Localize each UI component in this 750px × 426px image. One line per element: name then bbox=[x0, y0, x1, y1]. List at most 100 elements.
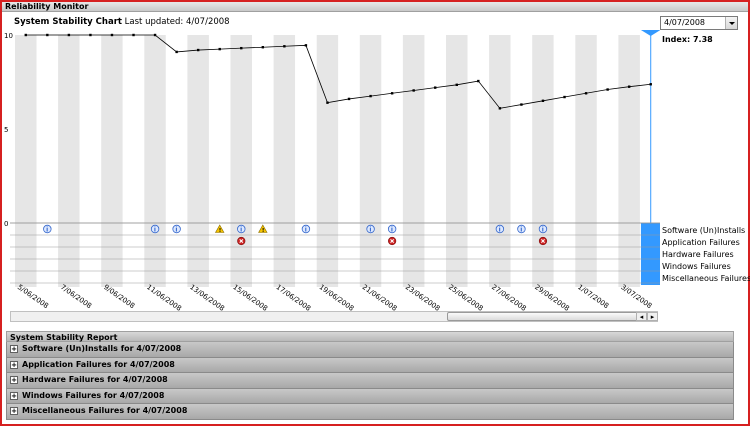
expand-icon[interactable]: + bbox=[10, 376, 18, 385]
day-column bbox=[187, 35, 209, 287]
expand-icon[interactable]: + bbox=[10, 407, 18, 416]
chart-header: System Stability Chart Last updated: 4/0… bbox=[14, 17, 230, 27]
day-column bbox=[467, 35, 490, 287]
info-icon-glyph: i bbox=[520, 227, 522, 234]
warning-icon-glyph: ! bbox=[262, 228, 265, 234]
day-column bbox=[122, 35, 145, 287]
info-icon-glyph: i bbox=[542, 227, 544, 234]
x-tick-label: 3/07/2008 bbox=[619, 283, 653, 310]
day-column bbox=[402, 35, 425, 287]
day-column bbox=[15, 35, 37, 287]
report-row-label: Hardware Failures for 4/07/2008 bbox=[22, 375, 168, 385]
data-point bbox=[326, 101, 329, 104]
data-point bbox=[627, 85, 631, 88]
data-point bbox=[477, 79, 480, 83]
day-column bbox=[252, 35, 274, 287]
data-point bbox=[261, 46, 265, 49]
warning-icon-glyph: ! bbox=[219, 228, 222, 234]
x-tick-label: 13/06/2008 bbox=[188, 283, 226, 312]
expand-icon[interactable]: + bbox=[10, 360, 18, 369]
day-column bbox=[295, 35, 317, 287]
data-point bbox=[24, 33, 27, 37]
category-label-application: Application Failures bbox=[662, 238, 740, 247]
data-point bbox=[240, 46, 243, 50]
data-point bbox=[584, 92, 588, 95]
data-point bbox=[132, 33, 135, 37]
day-column bbox=[230, 35, 253, 287]
x-tick-label: 29/06/2008 bbox=[533, 283, 571, 312]
report-row-windows[interactable]: + Windows Failures for 4/07/2008 bbox=[6, 388, 734, 404]
data-point bbox=[89, 33, 92, 37]
stability-chart[interactable]: 10 5 0 i i i! i! i i i i i i 5/06/2008 7/06/2008 9/06/2… bbox=[0, 30, 660, 312]
day-column bbox=[575, 35, 597, 287]
x-tick-label: 15/06/2008 bbox=[231, 283, 269, 312]
report-row-hardware[interactable]: + Hardware Failures for 4/07/2008 bbox=[6, 373, 734, 389]
data-point bbox=[175, 50, 178, 54]
expand-icon[interactable]: + bbox=[10, 391, 18, 400]
scroll-right-button[interactable]: ▸ bbox=[647, 312, 658, 321]
report-row-label: Miscellaneous Failures for 4/07/2008 bbox=[22, 406, 188, 416]
day-column bbox=[338, 35, 360, 287]
last-updated-label: Last updated: 4/07/2008 bbox=[124, 17, 230, 27]
scrollbar-thumb[interactable] bbox=[447, 312, 647, 321]
day-column bbox=[532, 35, 554, 287]
x-tick-label: 11/06/2008 bbox=[145, 283, 183, 312]
day-column bbox=[208, 35, 231, 287]
x-tick-label: 9/06/2008 bbox=[102, 283, 136, 310]
info-icon-glyph: i bbox=[46, 227, 48, 234]
data-point bbox=[498, 107, 502, 110]
data-point bbox=[390, 92, 394, 95]
x-tick-label: 27/06/2008 bbox=[490, 283, 528, 312]
data-point bbox=[283, 45, 286, 48]
chart-title: System Stability Chart bbox=[14, 17, 122, 27]
info-icon-glyph: i bbox=[499, 227, 501, 234]
window-title: Reliability Monitor bbox=[2, 2, 748, 12]
chevron-down-icon[interactable] bbox=[725, 17, 737, 29]
info-icon-glyph: i bbox=[391, 227, 393, 234]
day-column bbox=[58, 35, 80, 287]
data-point bbox=[347, 97, 351, 101]
info-icon-glyph: i bbox=[240, 227, 242, 234]
day-column bbox=[381, 35, 403, 287]
day-column bbox=[36, 35, 59, 287]
y-tick-label: 5 bbox=[4, 126, 8, 134]
category-label-hardware: Hardware Failures bbox=[662, 250, 734, 259]
day-column bbox=[79, 35, 102, 287]
day-column bbox=[596, 35, 619, 287]
info-icon-glyph: i bbox=[175, 227, 177, 234]
report-row-software[interactable]: + Software (Un)Installs for 4/07/2008 bbox=[6, 342, 734, 358]
data-point bbox=[412, 89, 415, 92]
info-icon-glyph: i bbox=[154, 227, 156, 234]
data-point bbox=[434, 86, 437, 89]
expand-icon[interactable]: + bbox=[10, 345, 18, 354]
data-point bbox=[110, 33, 114, 37]
day-column bbox=[424, 35, 446, 287]
date-select[interactable]: 4/07/2008 bbox=[660, 16, 738, 30]
day-column bbox=[489, 35, 511, 287]
x-tick-label: 7/06/2008 bbox=[59, 283, 93, 310]
day-column bbox=[144, 35, 166, 287]
x-tick-label: 17/06/2008 bbox=[274, 283, 312, 312]
y-tick-label: 0 bbox=[4, 220, 8, 228]
scroll-left-button[interactable]: ◂ bbox=[636, 312, 647, 321]
report-row-misc[interactable]: + Miscellaneous Failures for 4/07/2008 bbox=[6, 404, 734, 420]
chart-scrollbar[interactable]: ◂ ▸ bbox=[10, 311, 658, 322]
data-point bbox=[541, 99, 545, 102]
report-row-label: Software (Un)Installs for 4/07/2008 bbox=[22, 344, 182, 354]
info-icon-glyph: i bbox=[369, 227, 371, 234]
day-column bbox=[359, 35, 382, 287]
day-column bbox=[316, 35, 339, 287]
category-label-windows: Windows Failures bbox=[662, 262, 731, 271]
category-label-software: Software (Un)Installs bbox=[662, 226, 746, 235]
day-column bbox=[101, 35, 123, 287]
x-tick-label: 21/06/2008 bbox=[361, 283, 399, 312]
stability-index-label: Index: 7.38 bbox=[662, 35, 713, 44]
data-point bbox=[196, 48, 200, 52]
data-point bbox=[563, 95, 566, 99]
report-title: System Stability Report bbox=[6, 331, 734, 342]
selected-day-marker[interactable] bbox=[640, 223, 660, 285]
info-icon-glyph: i bbox=[305, 227, 307, 234]
data-point bbox=[369, 94, 372, 98]
data-point bbox=[649, 83, 652, 86]
report-row-application[interactable]: + Application Failures for 4/07/2008 bbox=[6, 357, 734, 373]
